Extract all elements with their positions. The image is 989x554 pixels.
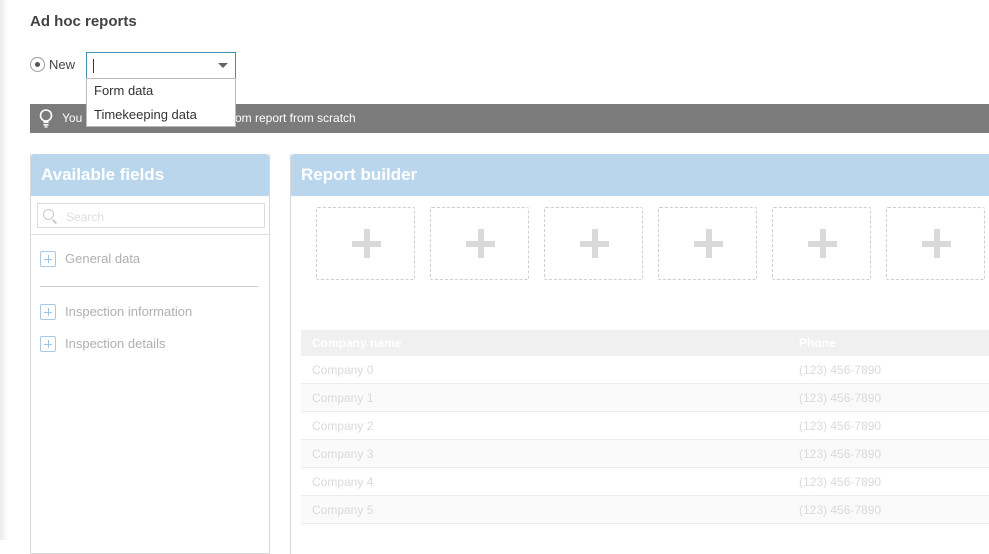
plus-icon-vertical — [591, 229, 598, 258]
preview-table: Company name Phone Company 0 (123) 456-7… — [301, 330, 989, 524]
add-column-slot[interactable] — [658, 207, 757, 280]
add-column-slot[interactable] — [886, 207, 985, 280]
page-title: Ad hoc reports — [30, 13, 137, 30]
expand-plus-icon[interactable] — [40, 336, 56, 352]
add-column-slot[interactable] — [430, 207, 529, 280]
plus-icon-vertical — [477, 229, 484, 258]
field-group-label: General data — [65, 251, 141, 266]
fields-search-placeholder: Search — [66, 210, 105, 224]
cell-phone: (123) 456-7890 — [799, 503, 882, 517]
new-report-label[interactable]: New — [49, 57, 75, 72]
table-row: Company 3 (123) 456-7890 — [301, 440, 989, 468]
plus-icon-vertical — [363, 229, 370, 258]
left-edge-shadow — [0, 0, 8, 540]
lightbulb-icon — [39, 109, 53, 128]
cell-company-name: Company 3 — [312, 447, 374, 461]
plus-icon-vertical — [819, 229, 826, 258]
table-header: Company name Phone — [301, 330, 989, 356]
cell-company-name: Company 2 — [312, 419, 374, 433]
plus-icon-vertical — [933, 229, 940, 258]
new-report-radio-icon[interactable] — [30, 57, 45, 72]
cell-phone: (123) 456-7890 — [799, 419, 882, 433]
cell-phone: (123) 456-7890 — [799, 391, 882, 405]
tip-text-start: You — [62, 111, 83, 125]
report-builder-panel: Report builder Company name Phone Compan… — [290, 154, 989, 554]
table-row: Company 0 (123) 456-7890 — [301, 356, 989, 384]
fields-search-input[interactable]: Search — [37, 203, 265, 228]
report-type-combo[interactable] — [86, 52, 236, 79]
tree-divider — [40, 286, 258, 287]
expand-plus-icon[interactable] — [40, 251, 56, 267]
dropdown-option-timekeeping-data[interactable]: Timekeeping data — [87, 103, 235, 127]
plus-icon-vertical — [705, 229, 712, 258]
report-type-dropdown: Form data Timekeeping data — [86, 78, 236, 127]
report-builder-title: Report builder — [291, 154, 989, 196]
field-group-label: Inspection details — [65, 336, 166, 351]
cell-company-name: Company 1 — [312, 391, 374, 405]
column-header-company-name: Company name — [312, 336, 402, 350]
add-column-slot[interactable] — [772, 207, 871, 280]
expand-plus-icon[interactable] — [40, 304, 56, 320]
column-header-phone: Phone — [799, 336, 836, 350]
table-row: Company 5 (123) 456-7890 — [301, 496, 989, 524]
search-icon — [43, 209, 54, 220]
tip-text-end: om report from scratch — [235, 111, 356, 125]
add-column-slot[interactable] — [316, 207, 415, 280]
cell-phone: (123) 456-7890 — [799, 475, 882, 489]
table-body: Company 0 (123) 456-7890 Company 1 (123)… — [301, 356, 989, 524]
cell-company-name: Company 5 — [312, 503, 374, 517]
table-row: Company 4 (123) 456-7890 — [301, 468, 989, 496]
field-group-label: Inspection information — [65, 304, 193, 319]
panel-separator — [31, 234, 269, 235]
available-fields-title: Available fields — [31, 154, 269, 196]
text-caret — [93, 59, 94, 73]
cell-company-name: Company 0 — [312, 363, 374, 377]
cell-phone: (123) 456-7890 — [799, 363, 882, 377]
table-row: Company 2 (123) 456-7890 — [301, 412, 989, 440]
available-fields-panel: Available fields Search General data Ins… — [30, 154, 270, 554]
cell-company-name: Company 4 — [312, 475, 374, 489]
table-row: Company 1 (123) 456-7890 — [301, 384, 989, 412]
dropdown-option-form-data[interactable]: Form data — [87, 79, 235, 103]
cell-phone: (123) 456-7890 — [799, 447, 882, 461]
chevron-down-icon[interactable] — [218, 63, 228, 68]
add-column-slot[interactable] — [544, 207, 643, 280]
